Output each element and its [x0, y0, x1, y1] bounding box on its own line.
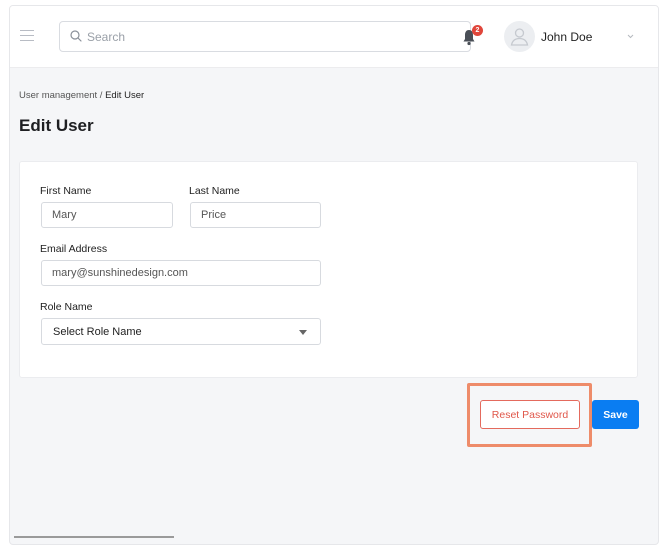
- top-bar: 2 John Doe: [10, 6, 658, 68]
- user-icon: [510, 28, 529, 46]
- menu-icon[interactable]: [20, 30, 34, 42]
- edit-user-form: First Name Last Name Email Address Role …: [19, 161, 638, 378]
- first-name-field[interactable]: [41, 202, 173, 228]
- save-button[interactable]: Save: [592, 400, 639, 429]
- breadcrumb-current: Edit User: [105, 90, 145, 101]
- last-name-field[interactable]: [190, 202, 321, 228]
- notification-badge: 2: [472, 25, 483, 36]
- breadcrumb-parent-link[interactable]: User management: [19, 90, 97, 101]
- last-name-label: Last Name: [189, 185, 240, 197]
- avatar[interactable]: [504, 21, 535, 52]
- email-field[interactable]: [41, 260, 321, 286]
- role-select-value: Select Role Name: [53, 326, 142, 338]
- email-label: Email Address: [40, 243, 108, 255]
- role-label: Role Name: [40, 301, 93, 313]
- breadcrumb-separator: /: [97, 90, 106, 101]
- search-input[interactable]: [87, 28, 457, 46]
- chevron-down-icon[interactable]: [627, 34, 634, 39]
- search-icon: [70, 30, 82, 42]
- reset-password-button[interactable]: Reset Password: [480, 400, 580, 429]
- page-title: Edit User: [19, 116, 94, 135]
- first-name-label: First Name: [40, 185, 92, 197]
- dropdown-caret-icon: [299, 330, 307, 335]
- search-box[interactable]: [59, 21, 471, 52]
- breadcrumb: User management / Edit User: [19, 90, 144, 101]
- user-name[interactable]: John Doe: [541, 30, 592, 44]
- app-window: 2 John Doe User management / Edit User E…: [9, 5, 659, 545]
- bottom-scrollbar[interactable]: [14, 536, 174, 538]
- role-select[interactable]: Select Role Name: [41, 318, 321, 345]
